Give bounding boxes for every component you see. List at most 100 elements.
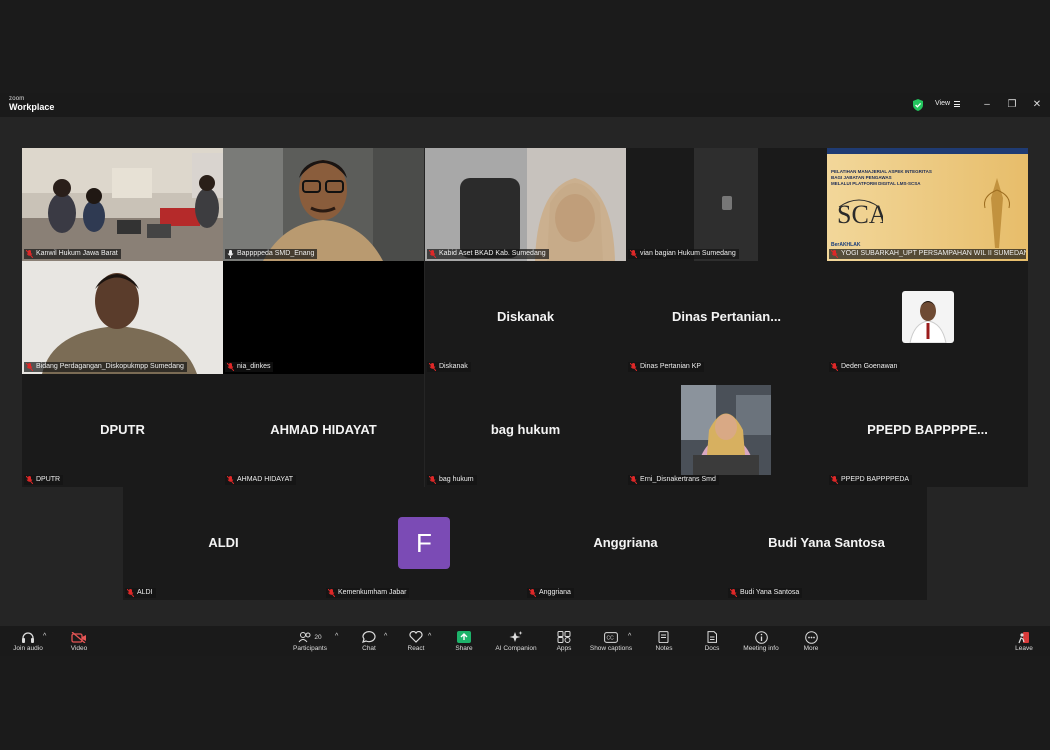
react-caret-icon[interactable]: ^ <box>428 633 431 640</box>
video-tile[interactable]: F Kemenkumham Jabar <box>324 487 525 600</box>
participant-name: Anggriana <box>527 588 574 598</box>
apps-label: Apps <box>556 645 572 652</box>
video-tile[interactable]: nia_dinkes <box>223 261 424 374</box>
audio-options-caret-icon[interactable]: ^ <box>43 633 46 640</box>
ai-companion-label: AI Companion <box>495 645 537 652</box>
mic-muted-icon <box>227 476 234 484</box>
participant-name: Bidang Perdagangan_Diskopukmpp Sumedang <box>24 362 187 372</box>
react-button[interactable]: React <box>403 630 429 652</box>
profile-photo <box>902 291 954 343</box>
participant-display-name: ALDI <box>208 535 239 550</box>
leave-button[interactable]: Leave <box>1011 630 1037 652</box>
apps-button[interactable]: Apps <box>551 630 577 652</box>
captions-icon: CC <box>604 631 618 643</box>
chat-button[interactable]: Chat <box>356 630 382 652</box>
captions-caret-icon[interactable]: ^ <box>628 633 631 640</box>
participant-display-name: Diskanak <box>496 309 555 324</box>
participants-caret-icon[interactable]: ^ <box>335 633 338 640</box>
grid-icon <box>954 100 961 107</box>
participant-name: Bappppeda SMD_Enang <box>225 249 318 259</box>
more-button[interactable]: More <box>798 630 824 652</box>
video-label: Video <box>70 645 88 652</box>
participants-icon <box>298 632 311 643</box>
participant-video <box>425 148 626 261</box>
mic-muted-icon <box>227 363 234 371</box>
video-tile[interactable]: ALDI ALDI <box>123 487 324 600</box>
notes-icon <box>658 631 669 643</box>
speaker-video <box>223 148 424 261</box>
video-tile[interactable]: PPEPD BAPPPPE... PPEPD BAPPPPEDA <box>827 374 1028 487</box>
mic-muted-icon <box>429 476 436 484</box>
video-tile[interactable]: PELATIHAN MANAJERIAL ASPEK INTEGRITAS BA… <box>827 148 1028 261</box>
participant-display-name: Anggriana <box>593 535 658 550</box>
video-tile[interactable]: Dinas Pertanian... Dinas Pertanian KP <box>626 261 827 374</box>
video-tile[interactable]: Anggriana Anggriana <box>525 487 726 600</box>
mic-muted-icon <box>26 363 33 371</box>
mic-muted-icon <box>429 363 436 371</box>
notes-button[interactable]: Notes <box>651 630 677 652</box>
docs-icon <box>707 631 717 643</box>
meeting-info-button[interactable]: Meeting info <box>741 630 781 652</box>
video-tile[interactable]: Erni_Disnakertrans Smd <box>626 374 827 487</box>
chat-caret-icon[interactable]: ^ <box>384 633 387 640</box>
video-tile-active-speaker[interactable]: Bappppeda SMD_Enang <box>223 148 424 261</box>
participant-display-name: bag hukum <box>490 422 561 437</box>
apps-icon <box>557 631 571 643</box>
logo-bottom: Workplace <box>9 102 55 112</box>
share-button[interactable]: Share <box>451 630 477 652</box>
encryption-shield-icon[interactable] <box>913 99 923 111</box>
mic-muted-icon <box>529 589 536 597</box>
ai-sparkle-icon <box>509 631 523 642</box>
ai-companion-button[interactable]: AI Companion <box>493 630 539 652</box>
restore-icon[interactable]: ❐ <box>1004 97 1020 113</box>
leave-label: Leave <box>1015 645 1033 652</box>
share-screen-icon <box>457 631 471 643</box>
video-tile[interactable]: vian bagian Hukum Sumedang <box>626 148 827 261</box>
video-button[interactable]: Video <box>66 630 92 652</box>
video-tile[interactable]: Diskanak Diskanak <box>425 261 626 374</box>
profile-photo <box>681 385 771 475</box>
video-tile[interactable]: AHMAD HIDAYAT AHMAD HIDAYAT <box>223 374 424 487</box>
zoom-logo: zoom Workplace <box>9 96 54 112</box>
meeting-info-label: Meeting info <box>743 645 779 652</box>
video-tile[interactable]: Kanwil Hukum Jawa Barat <box>22 148 223 261</box>
minimize-icon[interactable]: – <box>979 97 995 113</box>
participant-name: vian bagian Hukum Sumedang <box>628 249 739 259</box>
view-button[interactable]: View <box>935 100 961 107</box>
show-captions-button[interactable]: CC Show captions <box>589 630 633 652</box>
participants-count: 20 <box>314 633 322 641</box>
video-tile[interactable]: bag hukum bag hukum <box>425 374 626 487</box>
mic-muted-icon <box>127 589 134 597</box>
video-tile[interactable]: Deden Goenawan <box>827 261 1028 374</box>
video-tile[interactable]: DPUTR DPUTR <box>22 374 223 487</box>
mic-muted-icon <box>831 250 838 258</box>
participant-name: Erni_Disnakertrans Smd <box>628 475 719 485</box>
video-tile[interactable]: Bidang Perdagangan_Diskopukmpp Sumedang <box>22 261 223 374</box>
mic-muted-icon <box>630 250 637 258</box>
join-audio-button[interactable]: Join audio <box>10 630 46 652</box>
participant-name: ALDI <box>125 588 156 598</box>
chat-icon <box>362 631 376 643</box>
close-icon[interactable]: ✕ <box>1029 97 1045 113</box>
participant-name: YOGI SUBARKAH_UPT PERSAMPAHAN WIL II SUM… <box>829 249 1026 259</box>
video-tile[interactable]: Kabid Aset BKAD Kab. Sumedang <box>425 148 626 261</box>
docs-button[interactable]: Docs <box>699 630 725 652</box>
react-label: React <box>407 645 425 652</box>
participant-display-name: Dinas Pertanian... <box>671 309 782 324</box>
mic-muted-icon <box>429 250 436 258</box>
participants-label: Participants <box>293 645 327 652</box>
svg-text:CC: CC <box>607 635 615 641</box>
participants-button[interactable]: 20 Participants <box>290 630 330 652</box>
show-captions-label: Show captions <box>589 645 633 652</box>
participant-name: Deden Goenawan <box>829 362 901 372</box>
view-label: View <box>935 100 951 107</box>
participant-name: AHMAD HIDAYAT <box>225 475 297 485</box>
mic-muted-icon <box>26 250 33 258</box>
participant-video <box>22 261 223 374</box>
notes-label: Notes <box>655 645 673 652</box>
video-tile[interactable]: Budi Yana Santosa Budi Yana Santosa <box>726 487 927 600</box>
mic-muted-icon <box>26 476 33 484</box>
mic-muted-icon <box>831 363 838 371</box>
participant-name: DPUTR <box>24 475 64 485</box>
more-label: More <box>803 645 819 652</box>
